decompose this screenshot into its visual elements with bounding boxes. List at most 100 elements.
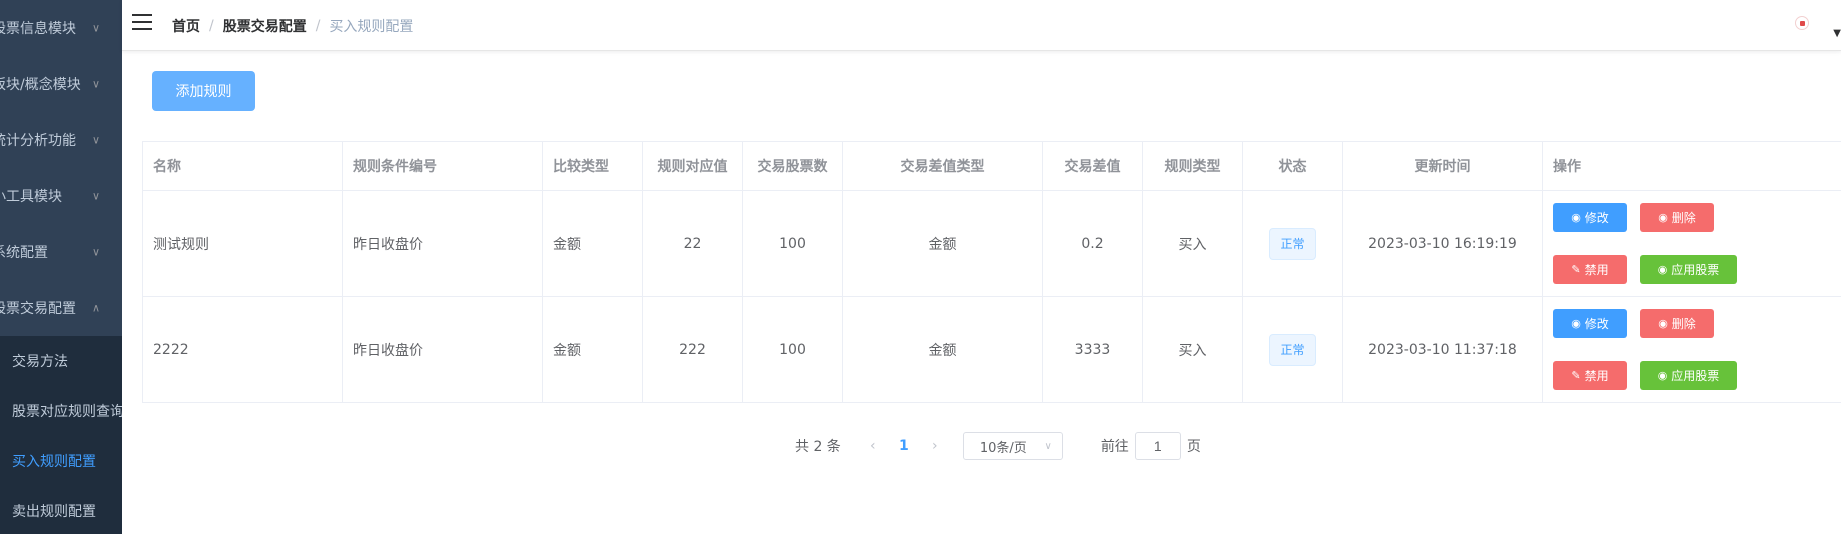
table-row: 2222 昨日收盘价 金额 222 100 金额 3333 买入 正常 2023… bbox=[142, 296, 1841, 403]
apply-icon: ◉ bbox=[1657, 264, 1668, 276]
column-header: 交易差值类型 bbox=[842, 141, 1043, 191]
sidebar-item-label: 股票对应规则查询 bbox=[12, 404, 122, 420]
column-header: 状态 bbox=[1242, 141, 1343, 191]
cell-condition: 昨日收盘价 bbox=[342, 190, 543, 297]
sidebar-menu-tools[interactable]: 小工具模块 ∨ bbox=[0, 168, 122, 224]
sidebar: 股票信息模块 ∨ 板块/概念模块 ∨ 统计分析功能 ∨ 小工具模块 ∨ 系统配置… bbox=[0, 0, 122, 534]
column-header: 比较类型 bbox=[542, 141, 643, 191]
sidebar-menu-statistics[interactable]: 统计分析功能 ∨ bbox=[0, 112, 122, 168]
breadcrumb-separator: / bbox=[209, 18, 214, 34]
pagination: 共 2 条 ‹ 1 › 10条/页 ∨ 前往 页 bbox=[795, 432, 1201, 460]
chevron-down-icon: ∨ bbox=[92, 133, 101, 147]
status-badge: 正常 bbox=[1269, 227, 1316, 260]
pagination-total: 共 2 条 bbox=[795, 439, 841, 455]
apply-stock-button[interactable]: ◉ 应用股票 bbox=[1640, 255, 1737, 284]
sidebar-item-trade-method[interactable]: 交易方法 bbox=[0, 336, 122, 386]
chevron-up-icon: ∧ bbox=[92, 301, 101, 315]
delete-button[interactable]: ◉ 删除 bbox=[1640, 203, 1714, 232]
pencil-icon: ✎ bbox=[1571, 264, 1581, 276]
apply-icon: ◉ bbox=[1657, 370, 1668, 382]
page-suffix: 页 bbox=[1186, 439, 1201, 455]
sidebar-item-label: 买入规则配置 bbox=[12, 454, 96, 470]
cell-rule-type: 买入 bbox=[1142, 190, 1243, 297]
delete-icon: ◉ bbox=[1658, 212, 1668, 224]
cell-diff-type: 金额 bbox=[842, 296, 1043, 403]
edit-icon: ◉ bbox=[1571, 212, 1581, 224]
sidebar-menu-label: 系统配置 bbox=[0, 245, 48, 261]
cell-actions: ◉ 修改 ◉ 删除 ✎ 禁用 ◉ 应用股票 bbox=[1542, 296, 1841, 403]
page-size-select[interactable]: 10条/页 ∨ bbox=[962, 432, 1063, 460]
cell-rule-value: 22 bbox=[642, 190, 743, 297]
cell-diff-value: 3333 bbox=[1042, 296, 1143, 403]
sidebar-menu-label: 板块/概念模块 bbox=[0, 77, 81, 93]
cell-diff-value: 0.2 bbox=[1042, 190, 1143, 297]
delete-label: 删除 bbox=[1671, 317, 1696, 331]
cell-status: 正常 bbox=[1242, 296, 1343, 403]
edit-button[interactable]: ◉ 修改 bbox=[1553, 309, 1627, 338]
add-rule-button[interactable]: 添加规则 bbox=[152, 71, 255, 111]
cell-condition: 昨日收盘价 bbox=[342, 296, 543, 403]
breadcrumb-trading-config[interactable]: 股票交易配置 bbox=[223, 16, 307, 36]
sidebar-menu-label: 股票交易配置 bbox=[0, 301, 76, 317]
navbar: 首页 / 股票交易配置 / 买入规则配置 ▼ bbox=[122, 0, 1841, 51]
cell-name: 测试规则 bbox=[142, 190, 343, 297]
apply-label: 应用股票 bbox=[1671, 369, 1720, 383]
delete-icon: ◉ bbox=[1658, 318, 1668, 330]
sidebar-menu-label: 统计分析功能 bbox=[0, 133, 76, 149]
cell-shares: 100 bbox=[742, 190, 843, 297]
chevron-down-icon: ∨ bbox=[92, 245, 101, 259]
column-header: 交易差值 bbox=[1042, 141, 1143, 191]
goto-page-input[interactable] bbox=[1134, 432, 1181, 460]
pencil-icon: ✎ bbox=[1571, 370, 1581, 382]
edit-icon: ◉ bbox=[1571, 318, 1581, 330]
cell-rule-value: 222 bbox=[642, 296, 743, 403]
delete-button[interactable]: ◉ 删除 bbox=[1640, 309, 1714, 338]
breadcrumb-current: 买入规则配置 bbox=[329, 19, 414, 35]
sidebar-menu-system[interactable]: 系统配置 ∨ bbox=[0, 224, 122, 280]
table-header-row: 名称 规则条件编号 比较类型 规则对应值 交易股票数 交易差值类型 交易差值 规… bbox=[142, 141, 1841, 191]
user-avatar[interactable] bbox=[1795, 16, 1811, 32]
chevron-down-icon: ∨ bbox=[92, 77, 101, 91]
column-header: 操作 bbox=[1542, 141, 1841, 191]
cell-name: 2222 bbox=[142, 296, 343, 403]
prev-page-icon[interactable]: ‹ bbox=[857, 438, 889, 454]
sidebar-menu-label: 小工具模块 bbox=[0, 189, 62, 205]
chevron-down-icon: ∨ bbox=[92, 21, 101, 35]
breadcrumb-home[interactable]: 首页 bbox=[172, 16, 200, 36]
sidebar-item-label: 卖出规则配置 bbox=[12, 504, 96, 520]
disable-label: 禁用 bbox=[1584, 263, 1609, 277]
column-header: 规则条件编号 bbox=[342, 141, 543, 191]
disable-button[interactable]: ✎ 禁用 bbox=[1553, 361, 1627, 390]
sidebar-submenu: 交易方法 股票对应规则查询 买入规则配置 卖出规则配置 bbox=[0, 336, 122, 534]
hamburger-icon[interactable] bbox=[132, 14, 152, 34]
cell-diff-type: 金额 bbox=[842, 190, 1043, 297]
edit-label: 修改 bbox=[1584, 211, 1609, 225]
column-header: 规则对应值 bbox=[642, 141, 743, 191]
sidebar-item-rule-query[interactable]: 股票对应规则查询 bbox=[0, 386, 122, 436]
avatar bbox=[1795, 16, 1809, 30]
sidebar-menu-trading[interactable]: 股票交易配置 ∧ bbox=[0, 280, 122, 336]
breadcrumb-separator: / bbox=[315, 18, 321, 34]
caret-down-icon[interactable]: ▼ bbox=[1833, 28, 1841, 39]
cell-actions: ◉ 修改 ◉ 删除 ✎ 禁用 ◉ 应用股票 bbox=[1542, 190, 1841, 297]
apply-stock-button[interactable]: ◉ 应用股票 bbox=[1640, 361, 1737, 390]
disable-button[interactable]: ✎ 禁用 bbox=[1553, 255, 1627, 284]
goto-label: 前往 bbox=[1100, 439, 1129, 455]
page-size-value: 10条/页 bbox=[979, 440, 1027, 456]
sidebar-menu-label: 股票信息模块 bbox=[0, 21, 76, 37]
pagination-goto: 前往 页 bbox=[1101, 432, 1201, 460]
cell-updated: 2023-03-10 11:37:18 bbox=[1342, 296, 1543, 403]
cell-shares: 100 bbox=[742, 296, 843, 403]
rules-table: 名称 规则条件编号 比较类型 规则对应值 交易股票数 交易差值类型 交易差值 规… bbox=[142, 141, 1841, 403]
edit-button[interactable]: ◉ 修改 bbox=[1553, 203, 1627, 232]
sidebar-item-buy-rules[interactable]: 买入规则配置 bbox=[0, 436, 122, 486]
sidebar-menu-sector[interactable]: 板块/概念模块 ∨ bbox=[0, 56, 122, 112]
sidebar-menu-stock-info[interactable]: 股票信息模块 ∨ bbox=[0, 0, 122, 56]
sidebar-item-sell-rules[interactable]: 卖出规则配置 bbox=[0, 486, 122, 534]
page-number[interactable]: 1 bbox=[889, 438, 919, 454]
status-badge: 正常 bbox=[1269, 333, 1316, 366]
next-page-icon[interactable]: › bbox=[919, 438, 951, 454]
cell-compare-type: 金额 bbox=[542, 190, 643, 297]
table-row: 测试规则 昨日收盘价 金额 22 100 金额 0.2 买入 正常 2023-0… bbox=[142, 190, 1841, 297]
cell-rule-type: 买入 bbox=[1142, 296, 1243, 403]
